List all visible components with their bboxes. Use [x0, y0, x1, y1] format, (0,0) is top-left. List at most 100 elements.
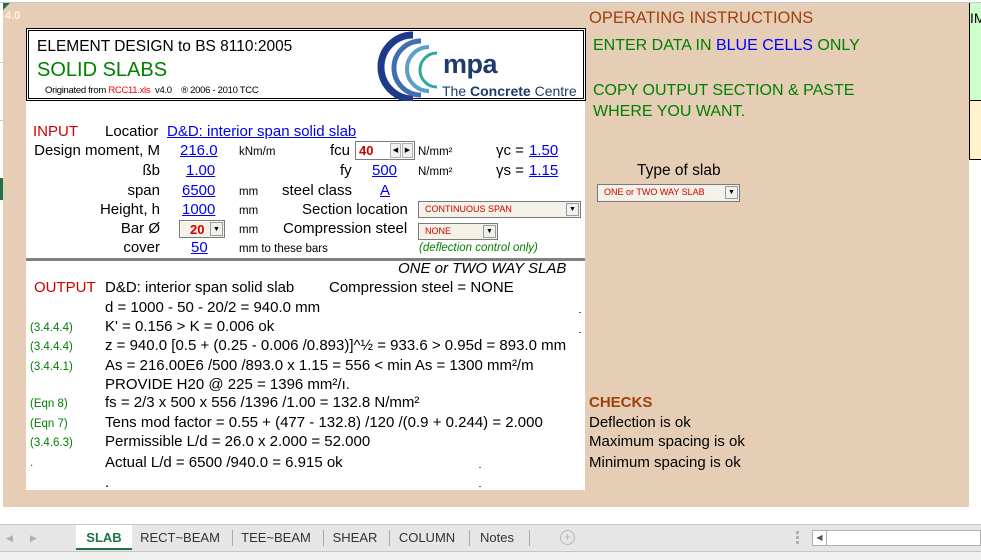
tab-notes[interactable]: Notes [471, 525, 523, 550]
slab-type-dropdown[interactable]: ONE or TWO WAY SLAB ▼ [597, 184, 740, 202]
copyright: ® 2006 - 2010 TCC [181, 85, 259, 96]
fcu-label: fcu [330, 142, 351, 159]
logo-tagline-prefix: The [442, 83, 467, 99]
compression-steel-label: Compression steel [283, 220, 408, 237]
section-location-label: Section location [302, 201, 408, 218]
fy-input[interactable]: 500 [372, 162, 397, 179]
compression-steel-dropdown[interactable]: NONE ▼ [418, 223, 498, 240]
logo-tagline-suffix: Centre [534, 83, 577, 99]
spin-right-icon[interactable]: ▶ [402, 143, 413, 158]
output-line: Tens mod factor = 0.55 + (477 - 132.8) /… [105, 414, 543, 431]
chevron-down-icon[interactable]: ▼ [483, 225, 496, 238]
steel-class-label: steel class [282, 182, 353, 199]
cover-input[interactable]: 50 [191, 239, 208, 256]
worksheet: 4.0 ELEMENT DESIGN to BS 8110:2005 SOLID… [0, 0, 981, 510]
location-label: Locatior [105, 123, 159, 140]
input-heading: INPUT [33, 123, 78, 140]
bar-diameter-label: Bar Ø [120, 220, 160, 237]
page-title: ELEMENT DESIGN to BS 8110:2005 [37, 38, 293, 55]
clause-ref: . [30, 457, 34, 469]
gamma-s-input[interactable]: 1.15 [529, 162, 558, 179]
fcu-unit: N/mm² [418, 146, 453, 158]
logo-mpa-text: mpa [443, 49, 498, 79]
instructions-title: OPERATING INSTRUCTIONS [589, 9, 814, 27]
check-item: Maximum spacing is ok [589, 433, 745, 450]
tab-tee-beam[interactable]: TEE~BEAM [234, 525, 318, 550]
output-heading: OUTPUT [34, 279, 96, 296]
bar-diameter-dropdown[interactable]: 20 ▼ [179, 220, 225, 238]
checks-title: CHECKS [589, 394, 653, 411]
clause-ref: (3.4.4.1) [30, 361, 73, 373]
fy-unit: N/mm² [418, 166, 453, 178]
cell-marker [579, 312, 581, 313]
output-line: PROVIDE H20 @ 225 = 1396 mm²/ı. [105, 376, 350, 393]
output-location: D&D: interior span solid slab [105, 279, 295, 296]
tab-separator [232, 530, 233, 546]
span-input[interactable]: 6500 [182, 182, 215, 199]
sheet-tab-bar: ◀ ▶ SLAB RECT~BEAM TEE~BEAM SHEAR COLUMN… [0, 524, 981, 551]
instructions-line-3: WHERE YOU WANT. [593, 103, 746, 120]
span-unit: mm [239, 186, 259, 198]
height-label: Height, h [99, 201, 160, 218]
output-line: Permissible L/d = 26.0 x 2.000 = 52.000 [105, 433, 371, 450]
chevron-down-icon[interactable]: ▼ [725, 186, 738, 199]
horizontal-scrollbar[interactable]: ◀ [812, 530, 981, 546]
spin-left-icon[interactable]: ◀ [390, 143, 401, 158]
page-subtitle: SOLID SLABS [37, 59, 168, 81]
height-input[interactable]: 1000 [182, 201, 215, 218]
cover-unit: mm to these bars [239, 243, 328, 255]
fy-label: fy [340, 162, 352, 179]
instructions-text: ENTER DATA IN [593, 37, 712, 54]
instructions-line-2: COPY OUTPUT SECTION & PASTE [593, 82, 855, 99]
next-sheet-icon[interactable]: ▶ [30, 533, 37, 544]
origin-version: v4.0 [155, 85, 172, 96]
tab-column[interactable]: COLUMN [391, 525, 463, 550]
instructions-line-1: ENTER DATA IN BLUE CELLS ONLY [593, 37, 860, 55]
origin-prefix: Originated from [45, 85, 106, 96]
output-line: Actual L/d = 6500 /940.0 = 6.915 ok [105, 454, 343, 471]
bar-diameter-unit: mm [239, 224, 259, 236]
gamma-c-input[interactable]: 1.50 [529, 142, 558, 159]
tab-slab[interactable]: SLAB [76, 525, 132, 550]
cell-marker [479, 467, 481, 468]
section-location-value: CONTINUOUS SPAN [425, 204, 512, 214]
output-line: K' = 0.156 > K = 0.006 ok [105, 318, 275, 335]
clause-ref: (Eqn 7) [30, 418, 68, 430]
output-line: . [105, 474, 110, 491]
steel-class-input[interactable]: A [380, 182, 390, 199]
location-input[interactable]: D&D: interior span solid slab [167, 123, 356, 140]
compression-steel-value: NONE [425, 226, 452, 236]
cell-marker [579, 332, 581, 333]
adjacent-cell-yellow [969, 100, 981, 160]
design-moment-input[interactable]: 216.0 [180, 142, 218, 159]
cover-label: cover [123, 239, 160, 256]
fcu-spinner[interactable]: 40 ◀ ▶ [355, 141, 415, 160]
section-location-dropdown[interactable]: CONTINUOUS SPAN ▼ [418, 201, 581, 218]
header-box: ELEMENT DESIGN to BS 8110:2005 SOLID SLA… [26, 28, 586, 101]
prev-sheet-icon[interactable]: ◀ [6, 533, 13, 544]
chevron-down-icon[interactable]: ▼ [566, 203, 579, 216]
output-line: fs = 2/3 x 500 x 556 /1396 /1.00 = 132.8… [105, 394, 420, 411]
chevron-down-icon[interactable]: ▼ [210, 222, 223, 236]
scroll-left-icon[interactable]: ◀ [813, 531, 827, 545]
tab-separator [469, 530, 470, 546]
origin-line: Originated from RCC11.xls v4.0 ® 2006 - … [45, 85, 259, 96]
design-moment-unit: kNm/m [239, 146, 276, 158]
tab-shear[interactable]: SHEAR [325, 525, 385, 550]
add-sheet-icon[interactable]: + [560, 530, 575, 545]
design-moment-label: Design moment, M [34, 142, 160, 159]
tab-rect-beam[interactable]: RECT~BEAM [134, 525, 226, 550]
bar-diameter-value: 20 [190, 222, 205, 237]
clause-ref: (3.4.4.4) [30, 341, 73, 353]
clause-ref: (Eqn 8) [30, 398, 68, 410]
instructions-blue-cells: BLUE CELLS [715, 37, 813, 54]
splitter-handle-icon[interactable] [796, 531, 799, 545]
check-item: Deflection is ok [589, 414, 691, 431]
span-label: span [127, 182, 160, 199]
height-unit: mm [239, 205, 259, 217]
adjacent-cell-text: IM [970, 10, 981, 26]
tab-separator [323, 530, 324, 546]
output-line: As = 216.00E6 /500 /893.0 x 1.15 = 556 <… [105, 357, 534, 374]
beta-b-input[interactable]: 1.00 [186, 162, 215, 179]
mpa-logo: mpa The Concrete Centre [369, 31, 584, 101]
